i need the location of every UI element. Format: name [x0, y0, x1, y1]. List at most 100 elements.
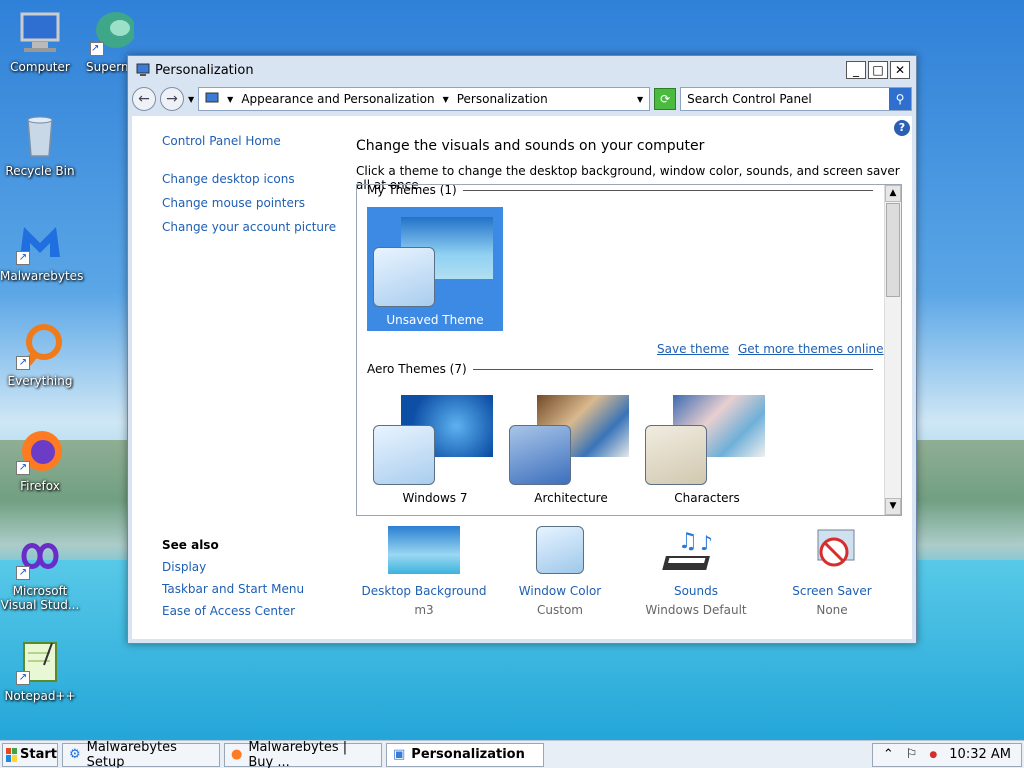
forward-button[interactable]: → — [160, 87, 184, 111]
setting-label[interactable]: Sounds — [628, 584, 764, 598]
title-bar[interactable]: Personalization _ □ ✕ — [128, 56, 916, 84]
task-label: Malwarebytes | Buy ... — [248, 739, 348, 768]
desktop-icon-label: Malwarebytes — [0, 269, 84, 283]
setting-value: Custom — [537, 603, 583, 617]
desktop-icon-label: Notepad++ — [4, 689, 76, 703]
help-icon[interactable]: ? — [894, 120, 910, 136]
firefox-icon: ● — [231, 747, 243, 762]
change-account-picture-link[interactable]: Change your account picture — [162, 220, 352, 234]
setup-icon: ⚙ — [69, 747, 81, 762]
theme-architecture[interactable]: Architecture — [503, 385, 639, 509]
shortcut-arrow-icon: ↗ — [16, 566, 30, 580]
superm-icon: ↗ — [90, 8, 134, 56]
theme-color-swatch — [509, 425, 571, 485]
close-button[interactable]: ✕ — [890, 61, 910, 79]
scroll-thumb[interactable] — [886, 203, 900, 297]
theme-color-swatch — [373, 247, 435, 307]
breadcrumb[interactable]: ▼ Appearance and Personalization ▼ Perso… — [198, 87, 651, 111]
change-mouse-pointers-link[interactable]: Change mouse pointers — [162, 196, 352, 210]
desktop-icon-label: Recycle Bin — [5, 164, 75, 178]
desktop-icon-firefox[interactable]: ↗ Firefox — [0, 427, 80, 493]
search-input[interactable]: Search Control Panel ⚲ — [680, 87, 912, 111]
theme-label: Characters — [674, 491, 740, 505]
visual-studio-icon: ↗ — [16, 532, 64, 580]
theme-label: Architecture — [534, 491, 608, 505]
theme-unsaved[interactable]: Unsaved Theme — [367, 207, 503, 331]
taskbar-item-malwarebytes-setup[interactable]: ⚙ Malwarebytes Setup — [62, 739, 220, 768]
my-themes-title: My Themes (1) — [367, 184, 457, 197]
setting-value: Windows Default — [645, 603, 747, 617]
desktop-icon-visual-studio[interactable]: ↗ Microsoft Visual Stud... — [0, 532, 80, 612]
maximize-button[interactable]: □ — [868, 61, 888, 79]
theme-list-scrollbar[interactable]: ▲ ▼ — [884, 185, 901, 515]
display-link[interactable]: Display — [162, 560, 304, 574]
desktop-icon-label: Superm — [86, 60, 133, 74]
address-dropdown-button[interactable]: ▼ — [637, 95, 643, 104]
shortcut-arrow-icon: ↗ — [16, 461, 30, 475]
see-also-heading: See also — [162, 538, 219, 552]
change-desktop-icons-link[interactable]: Change desktop icons — [162, 172, 352, 186]
setting-label[interactable]: Screen Saver — [764, 584, 900, 598]
screen-saver-setting[interactable]: Screen Saver None — [764, 526, 900, 617]
desktop-icon-everything[interactable]: ↗ Everything — [0, 322, 80, 388]
address-bar: ← → ▼ ▼ Appearance and Personalization ▼… — [128, 84, 916, 114]
start-button[interactable]: Start — [2, 742, 58, 767]
notepadpp-icon: ↗ — [16, 637, 64, 685]
desktop-icon-recycle-bin[interactable]: Recycle Bin — [0, 112, 80, 178]
back-button[interactable]: ← — [132, 87, 156, 111]
setting-label[interactable]: Desktop Background — [356, 584, 492, 598]
computer-icon — [16, 8, 64, 56]
desktop-icon-malwarebytes[interactable]: ↗ Malwarebytes — [0, 217, 84, 283]
clock[interactable]: 10:32 AM — [949, 747, 1011, 762]
desktop-icon-notepadpp[interactable]: ↗ Notepad++ — [0, 637, 80, 703]
svg-text:♫: ♫ — [678, 529, 698, 554]
theme-color-swatch — [645, 425, 707, 485]
breadcrumb-personalization[interactable]: Personalization — [457, 92, 548, 106]
desktop-icon-label: Microsoft Visual Stud... — [0, 584, 80, 612]
theme-label: Unsaved Theme — [386, 313, 484, 327]
control-panel-icon — [205, 92, 219, 103]
sounds-setting[interactable]: ♫ ♪ Sounds Windows Default — [628, 526, 764, 617]
refresh-button[interactable]: ⟳ — [654, 88, 677, 110]
chevron-down-icon[interactable]: ▼ — [443, 95, 449, 104]
taskbar-start-menu-link[interactable]: Taskbar and Start Menu — [162, 582, 304, 596]
setting-value: None — [816, 603, 848, 617]
get-more-themes-link[interactable]: Get more themes online — [738, 342, 884, 356]
left-nav: Control Panel Home Change desktop icons … — [162, 134, 352, 244]
search-icon[interactable]: ⚲ — [889, 88, 911, 110]
personalization-icon — [136, 63, 150, 76]
action-center-flag-icon[interactable]: ⚐ — [906, 747, 918, 762]
desktop-icon-label: Firefox — [20, 479, 60, 493]
windows-logo-icon — [6, 747, 18, 762]
theme-windows-7[interactable]: Windows 7 — [367, 385, 503, 509]
malwarebytes-icon: ↗ — [16, 217, 64, 265]
task-label: Malwarebytes Setup — [86, 739, 177, 768]
save-theme-link[interactable]: Save theme — [657, 342, 729, 356]
desktop-icon-superm[interactable]: ↗ Superm — [76, 8, 134, 74]
taskbar-item-malwarebytes-browser[interactable]: ● Malwarebytes | Buy ... — [224, 739, 382, 768]
network-error-icon[interactable]: ● — [929, 750, 937, 760]
aero-themes-header: Aero Themes (7) — [367, 362, 873, 376]
scroll-up-button[interactable]: ▲ — [885, 185, 901, 202]
search-placeholder: Search Control Panel — [687, 92, 812, 106]
window-color-icon — [536, 526, 584, 574]
theme-characters[interactable]: Characters — [639, 385, 775, 509]
control-panel-home-link[interactable]: Control Panel Home — [162, 134, 352, 148]
svg-text:♪: ♪ — [700, 531, 713, 555]
setting-label[interactable]: Window Color — [492, 584, 628, 598]
taskbar-item-personalization[interactable]: ▣ Personalization — [386, 742, 544, 767]
ease-of-access-link[interactable]: Ease of Access Center — [162, 604, 304, 618]
recent-pages-dropdown[interactable]: ▼ — [188, 95, 194, 104]
desktop-background-setting[interactable]: Desktop Background m3 — [356, 526, 492, 617]
firefox-icon: ↗ — [16, 427, 64, 475]
desktop-icon-computer[interactable]: Computer — [0, 8, 80, 74]
window-color-setting[interactable]: Window Color Custom — [492, 526, 628, 617]
scroll-down-button[interactable]: ▼ — [885, 498, 901, 515]
minimize-button[interactable]: _ — [846, 61, 866, 79]
theme-list: My Themes (1) Unsaved Theme Save theme G… — [356, 184, 902, 516]
everything-icon: ↗ — [16, 322, 64, 370]
window-title: Personalization — [155, 62, 254, 78]
breadcrumb-appearance[interactable]: Appearance and Personalization — [241, 92, 434, 106]
chevron-down-icon[interactable]: ▼ — [227, 95, 233, 104]
show-hidden-icons-button[interactable]: ⌃ — [883, 747, 894, 762]
